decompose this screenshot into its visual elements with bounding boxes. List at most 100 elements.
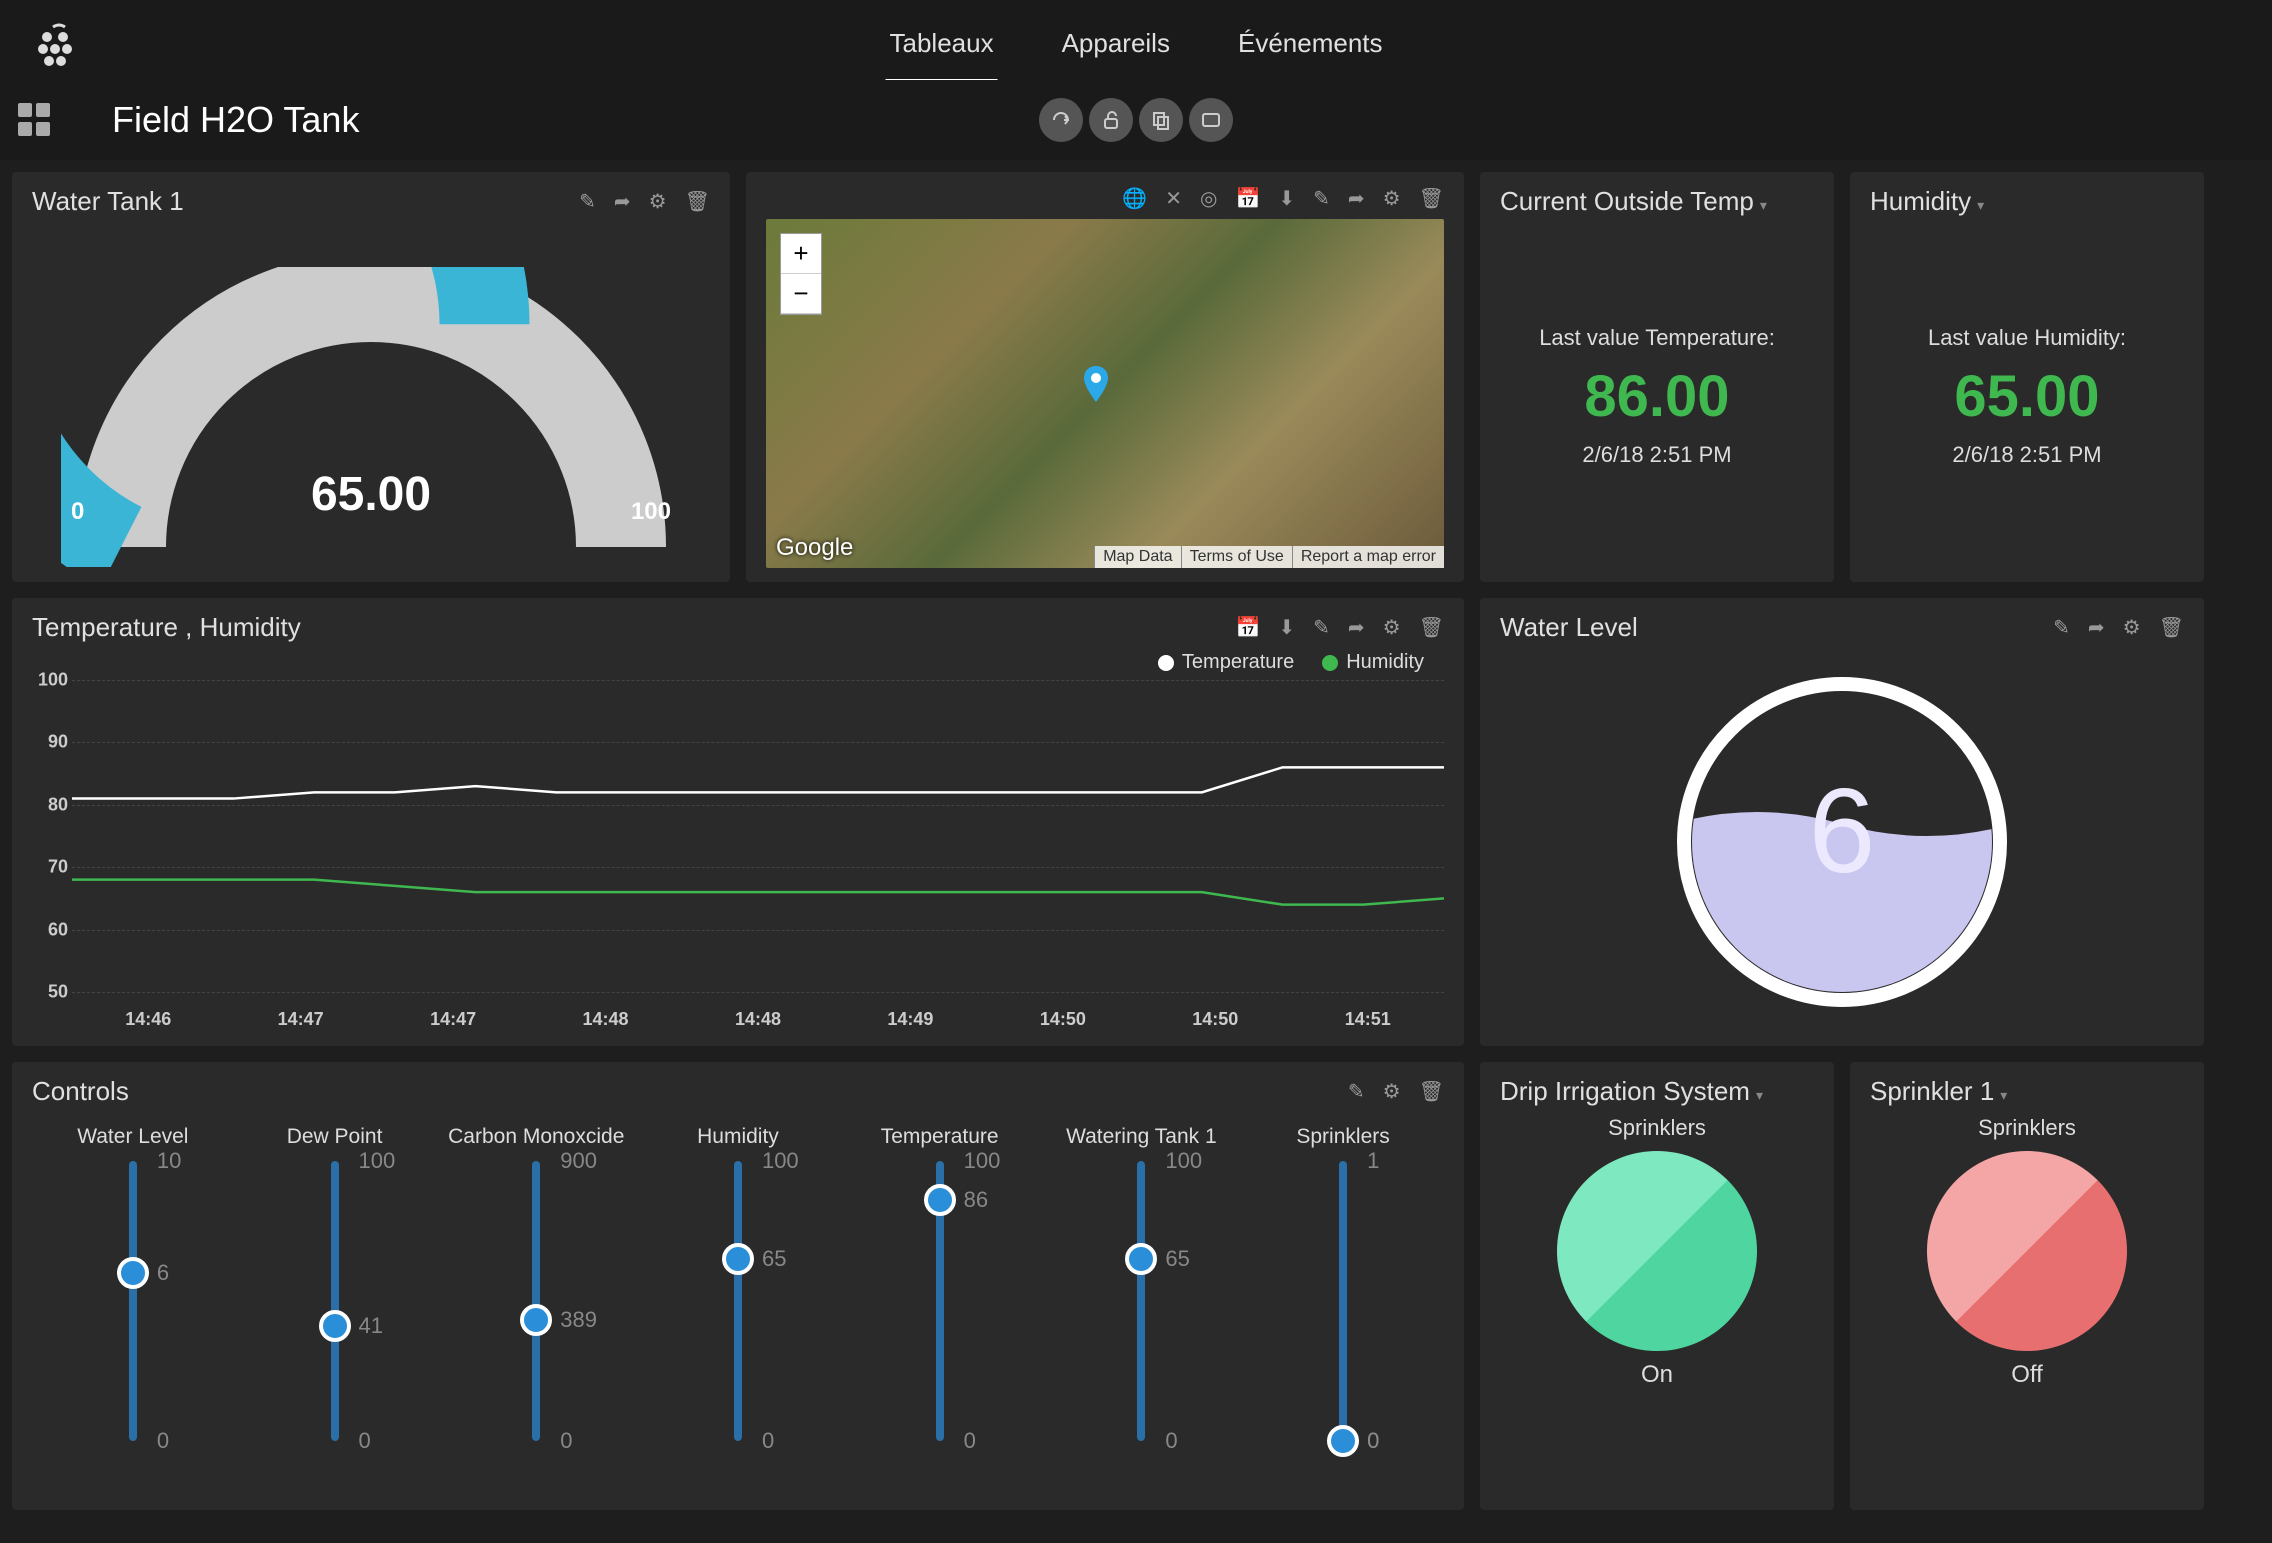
unlock-button[interactable] [1089,98,1133,142]
slider-thumb[interactable] [520,1304,552,1336]
dashboard-grid-icon[interactable] [18,103,52,137]
share-button[interactable] [1039,98,1083,142]
edit-icon[interactable]: ✎ [1313,186,1330,211]
slider-thumb[interactable] [722,1243,754,1275]
panel-map: 🌐 ✕ ◎ 📅 ⬇ ✎ ➦ ⚙ 🗑 + − Google Map [746,172,1464,582]
gear-icon[interactable]: ⚙ [1383,1079,1401,1104]
slider-watering-tank-1: Watering Tank 1 100 65 0 [1056,1125,1226,1441]
panel-water-level: Water Level ✎ ➦ ⚙ 🗑 6 [1480,598,2204,1046]
slider-max: 10 [157,1148,181,1174]
trash-icon[interactable]: 🗑 [685,189,710,214]
panel-controls: Controls ✎ ⚙ 🗑 Water Level 10 6 0 Dew Po… [12,1062,1464,1510]
stat-label: Last value Temperature: [1539,325,1775,351]
slider-label: Watering Tank 1 [1066,1125,1217,1149]
slider-thumb[interactable] [117,1257,149,1289]
panel-title[interactable]: Humidity▾ [1870,186,1984,217]
water-level-gauge: 6 [1672,672,2012,1012]
status-indicator[interactable] [1927,1151,2127,1351]
slider-thumb[interactable] [319,1310,351,1342]
trash-icon[interactable]: 🗑 [1419,1079,1444,1104]
trash-icon[interactable]: 🗑 [1419,615,1444,640]
edit-icon[interactable]: ✎ [2053,615,2070,640]
status-subtitle: Sprinklers [1978,1115,2076,1141]
slider-thumb[interactable] [1125,1243,1157,1275]
gear-icon[interactable]: ⚙ [1383,615,1401,640]
panel-title: Water Level [1500,612,1638,643]
nav-appareils[interactable]: Appareils [1058,8,1174,82]
panel-temp-humidity-chart: Temperature , Humidity 📅 ⬇ ✎ ➦ ⚙ 🗑 Tempe… [12,598,1464,1046]
status-indicator[interactable] [1557,1151,1757,1351]
copy-button[interactable] [1139,98,1183,142]
map-data-link[interactable]: Map Data [1094,546,1180,568]
gear-icon[interactable]: ⚙ [2123,615,2141,640]
panel-title[interactable]: Drip Irrigation System▾ [1500,1076,1763,1107]
chevron-down-icon[interactable]: ▾ [1756,1087,1763,1103]
line-chart[interactable]: 506070809010014:4614:4714:4714:4814:4814… [72,680,1444,992]
trash-icon[interactable]: 🗑 [2159,615,2184,640]
panel-title[interactable]: Current Outside Temp▾ [1500,186,1767,217]
stat-value: 86.00 [1584,363,1729,430]
chevron-down-icon[interactable]: ▾ [1760,197,1767,213]
slider-max: 100 [762,1148,799,1174]
app-logo[interactable] [30,20,80,70]
slider-track[interactable]: 100 65 0 [1137,1161,1145,1441]
expand-icon[interactable]: ✕ [1165,186,1182,211]
download-icon[interactable]: ⬇ [1278,186,1295,211]
map-pin-icon [1078,366,1114,402]
map[interactable]: + − Google Map Data Terms of Use Report … [766,219,1444,568]
stat-value: 65.00 [1954,363,2099,430]
slider-humidity: Humidity 100 65 0 [653,1125,823,1441]
slider-thumb[interactable] [924,1184,956,1216]
fullscreen-button[interactable] [1189,98,1233,142]
map-provider-label: Google [776,534,853,562]
slider-value: 86 [964,1187,988,1213]
chevron-down-icon[interactable]: ▾ [2000,1087,2007,1103]
calendar-icon[interactable]: 📅 [1235,186,1260,211]
share-icon[interactable]: ➦ [614,189,631,214]
chevron-down-icon[interactable]: ▾ [1977,197,1984,213]
panel-title[interactable]: Sprinkler 1▾ [1870,1076,2007,1107]
globe-icon[interactable]: 🌐 [1122,186,1147,211]
panel-title: Water Tank 1 [32,186,184,217]
map-terms-link[interactable]: Terms of Use [1181,546,1292,568]
status-state: Off [2011,1361,2043,1389]
slider-max: 100 [964,1148,1001,1174]
slider-min: 0 [762,1428,774,1454]
slider-track[interactable]: 100 65 0 [734,1161,742,1441]
edit-icon[interactable]: ✎ [1313,615,1330,640]
map-zoom-out[interactable]: − [781,274,821,314]
share-icon[interactable]: ➦ [2088,615,2105,640]
map-zoom-in[interactable]: + [781,234,821,274]
gear-icon[interactable]: ⚙ [649,189,667,214]
share-icon[interactable]: ➦ [1348,186,1365,211]
nav-evenements[interactable]: Événements [1234,8,1387,82]
map-report-link[interactable]: Report a map error [1292,546,1444,568]
slider-dew-point: Dew Point 100 41 0 [250,1125,420,1441]
panel-drip-irrigation: Drip Irrigation System▾ Sprinklers On [1480,1062,1834,1510]
slider-track[interactable]: 100 41 0 [331,1161,339,1441]
slider-track[interactable]: 900 389 0 [532,1161,540,1441]
slider-water-level: Water Level 10 6 0 [48,1125,218,1441]
slider-label: Humidity [697,1125,779,1149]
edit-icon[interactable]: ✎ [1348,1079,1365,1104]
slider-max: 100 [1165,1148,1202,1174]
slider-track[interactable]: 10 6 0 [129,1161,137,1441]
slider-value: 41 [359,1313,383,1339]
panel-humidity: Humidity▾ Last value Humidity: 65.00 2/6… [1850,172,2204,582]
status-subtitle: Sprinklers [1608,1115,1706,1141]
slider-track[interactable]: 100 86 0 [936,1161,944,1441]
download-icon[interactable]: ⬇ [1278,615,1295,640]
gauge-max: 100 [631,498,671,526]
slider-min: 0 [560,1428,572,1454]
gear-icon[interactable]: ⚙ [1383,186,1401,211]
calendar-icon[interactable]: 📅 [1235,615,1260,640]
trash-icon[interactable]: 🗑 [1419,186,1444,211]
edit-icon[interactable]: ✎ [579,189,596,214]
slider-thumb[interactable] [1327,1425,1359,1457]
share-icon[interactable]: ➦ [1348,615,1365,640]
target-icon[interactable]: ◎ [1200,186,1217,211]
status-state: On [1641,1361,1673,1389]
slider-track[interactable]: 1 0 0 [1339,1161,1347,1441]
nav-tableaux[interactable]: Tableaux [885,8,997,82]
panel-title: Temperature , Humidity [32,612,301,643]
